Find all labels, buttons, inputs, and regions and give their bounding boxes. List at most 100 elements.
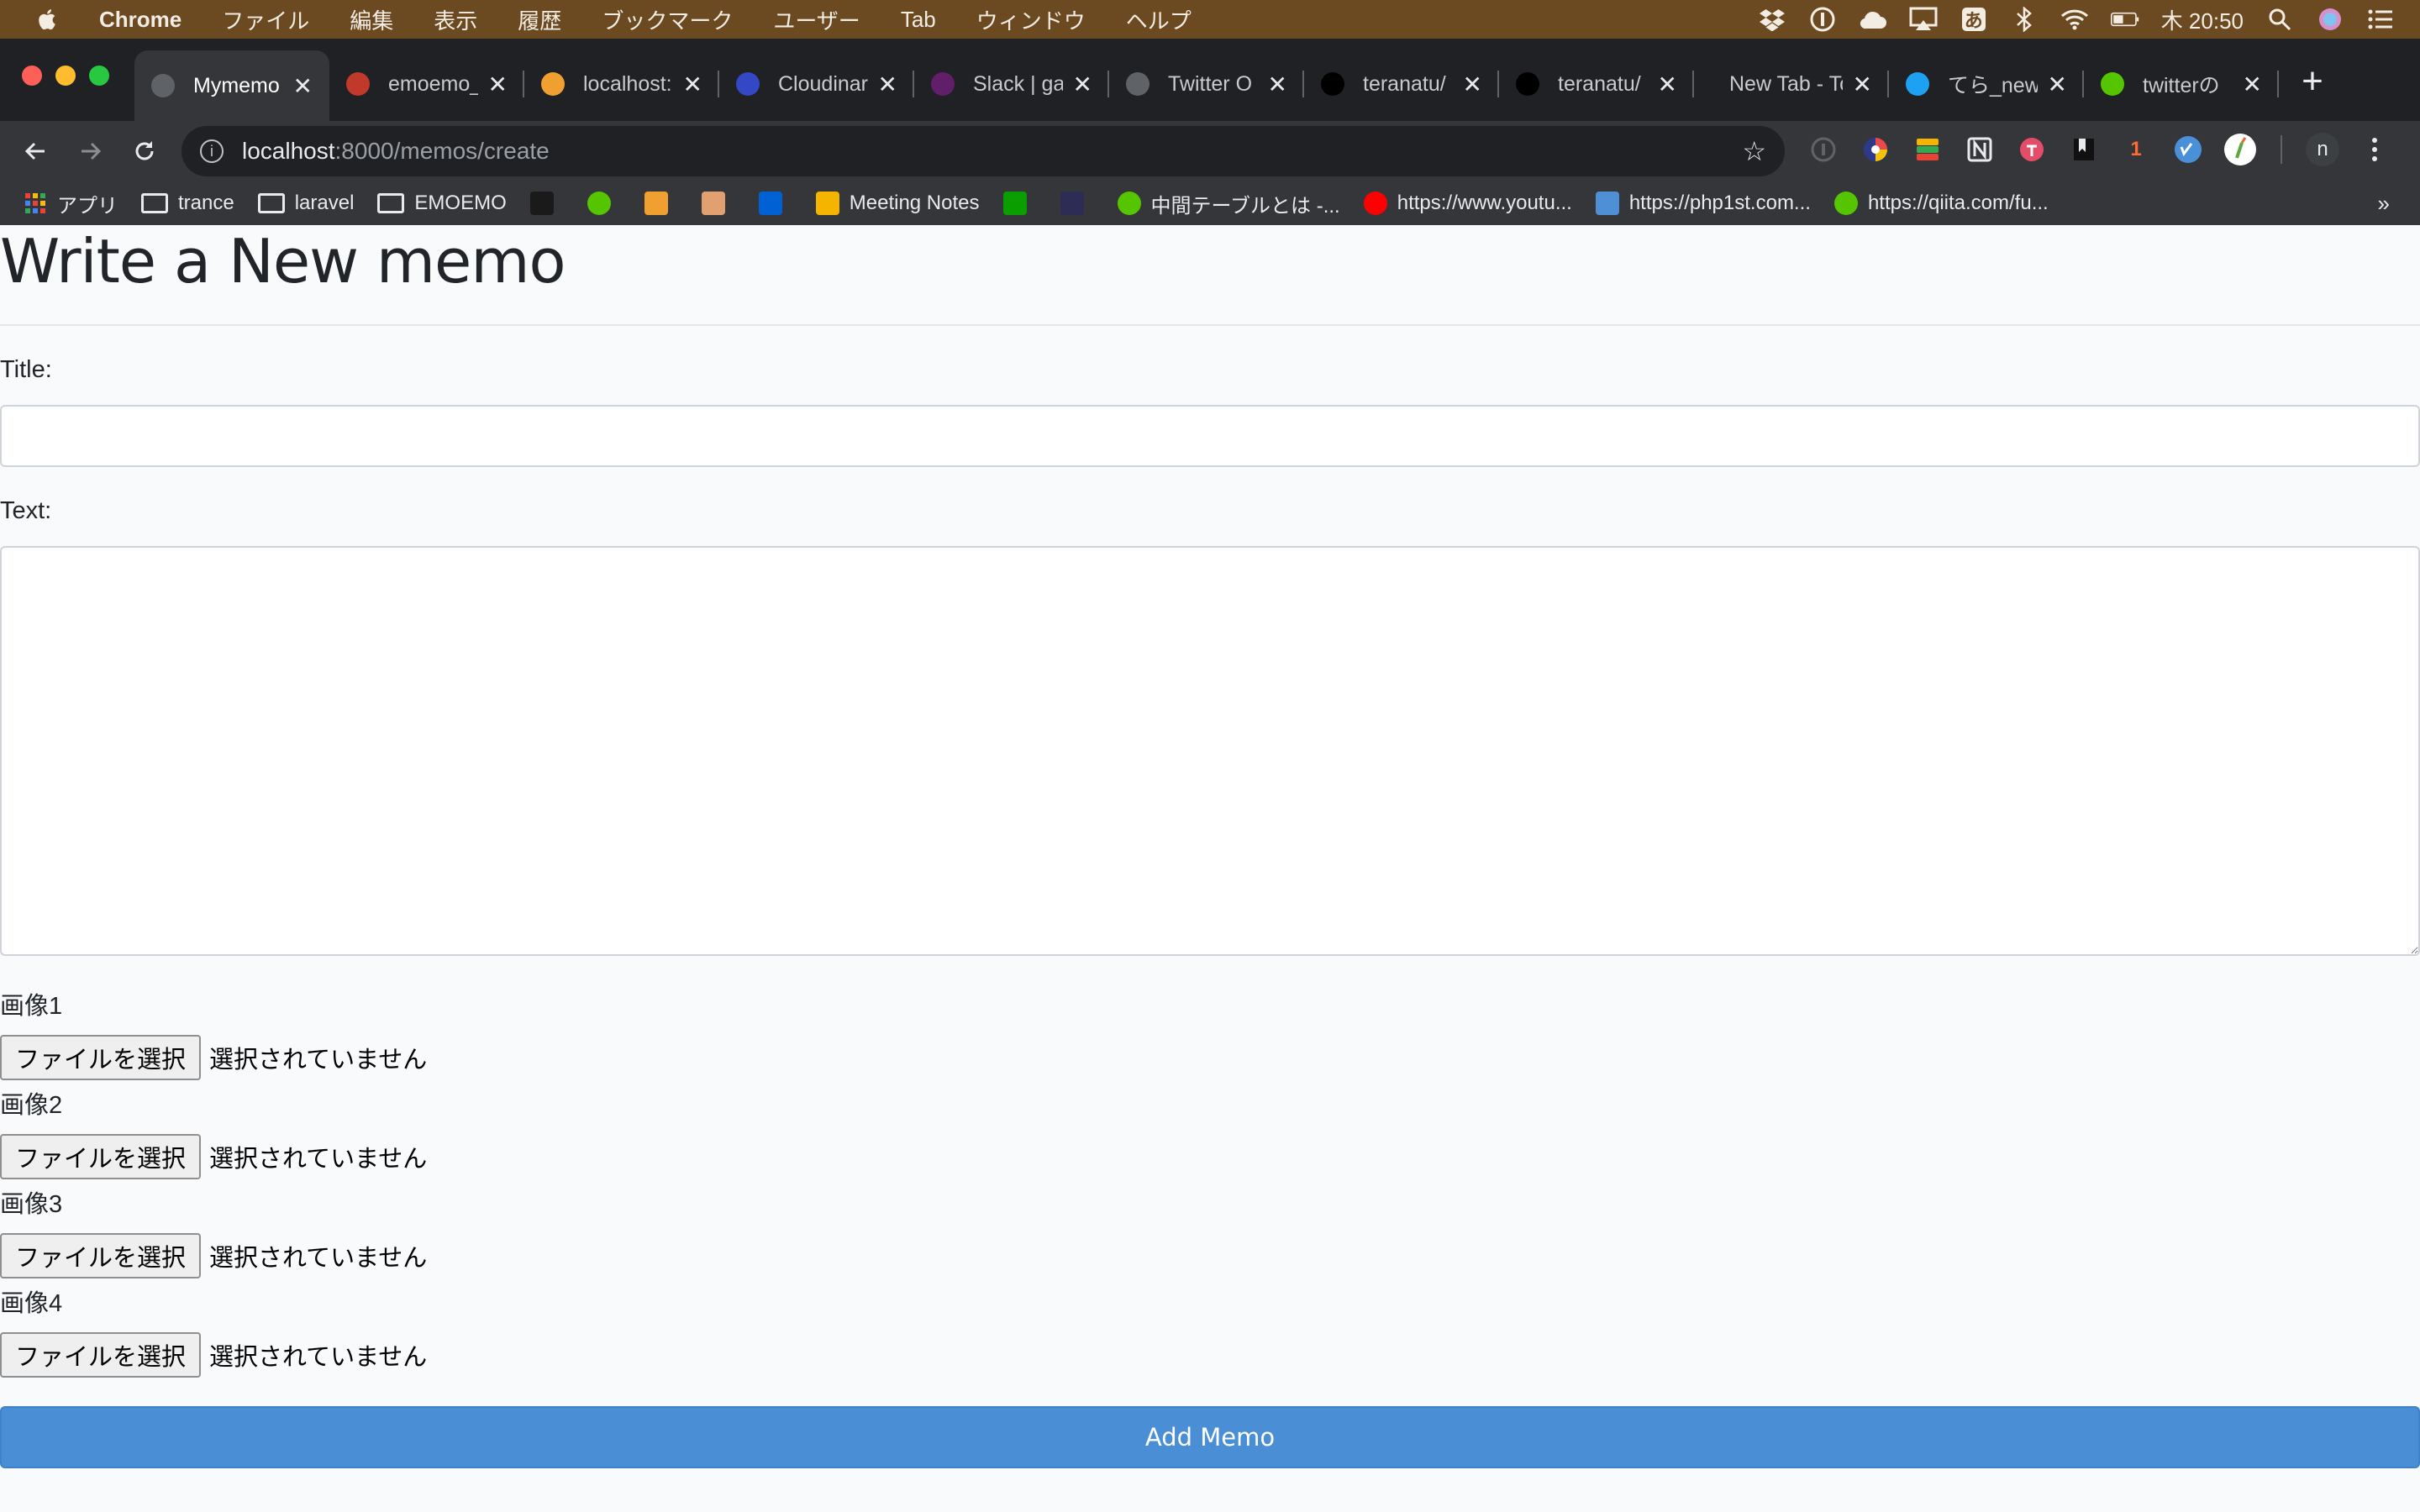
kebab-menu-icon[interactable]: [2358, 133, 2391, 166]
reload-button[interactable]: [126, 133, 163, 170]
menu-tab[interactable]: Tab: [901, 7, 936, 33]
browser-tab[interactable]: てら_new ✕: [1889, 54, 2084, 114]
tab-close-icon[interactable]: ✕: [1658, 71, 1677, 98]
browser-tab[interactable]: teranatu/ ✕: [1499, 54, 1694, 114]
forward-button[interactable]: [72, 133, 109, 170]
onepassword-extension-icon[interactable]: [1807, 133, 1840, 166]
close-window-button[interactable]: [22, 66, 42, 86]
bookmark-item[interactable]: https://qiita.com/fu...: [1833, 192, 2049, 215]
menu-file[interactable]: ファイル: [222, 4, 309, 35]
bookmark-item[interactable]: [1060, 192, 1094, 215]
menu-history[interactable]: 履歴: [518, 4, 561, 35]
browser-tab[interactable]: localhost: ✕: [524, 54, 719, 114]
wifi-icon[interactable]: [2060, 7, 2089, 32]
spotlight-search-icon[interactable]: [2265, 7, 2294, 32]
browser-tab[interactable]: Slack | ga ✕: [914, 54, 1109, 114]
cloudinary-icon: [736, 72, 760, 96]
cloud-icon[interactable]: [1859, 7, 1887, 32]
menu-window[interactable]: ウィンドウ: [976, 4, 1086, 35]
notification-center-icon[interactable]: [2366, 7, 2395, 32]
bookmarks-overflow-button[interactable]: »: [2378, 191, 2390, 217]
bookmark-apps[interactable]: アプリ: [24, 189, 118, 218]
browser-tab[interactable]: twitterの ✕: [2084, 54, 2279, 114]
bookmark-extension-icon[interactable]: [2067, 133, 2101, 166]
tab-close-icon[interactable]: ✕: [2048, 71, 2067, 98]
dropbox-icon[interactable]: [1758, 7, 1786, 32]
tab-close-icon[interactable]: ✕: [2243, 71, 2262, 98]
tab-close-icon[interactable]: ✕: [683, 71, 702, 98]
tab-close-icon[interactable]: ✕: [1073, 71, 1092, 98]
bookmark-label: https://www.youtu...: [1397, 192, 1572, 214]
bookmarks-bar: アプリ trance laravel EMOEMO Meeting Notes 中間テー…: [0, 181, 2420, 225]
title-input[interactable]: [0, 405, 2420, 467]
apple-icon[interactable]: [35, 7, 60, 32]
tab-close-icon[interactable]: ✕: [878, 71, 897, 98]
site-info-icon[interactable]: i: [200, 139, 224, 163]
onepassword-icon[interactable]: [1808, 7, 1837, 32]
arrow-left-icon: [24, 142, 45, 160]
menu-app-name[interactable]: Chrome: [99, 7, 182, 33]
menu-edit[interactable]: 編集: [350, 4, 393, 35]
bookmark-item[interactable]: [1002, 192, 1037, 215]
image2-choose-file-button[interactable]: ファイルを選択: [0, 1134, 202, 1179]
image1-choose-file-button[interactable]: ファイルを選択: [0, 1035, 202, 1080]
address-bar[interactable]: i localhost:8000/memos/create ☆: [182, 126, 1785, 176]
qiita-icon: [2101, 72, 2124, 96]
bookmark-item[interactable]: [587, 192, 621, 215]
bookmark-star-icon[interactable]: ☆: [1742, 135, 1766, 167]
bookmark-item[interactable]: [758, 192, 792, 215]
bookmark-item[interactable]: trance: [141, 192, 234, 215]
browser-tab[interactable]: teranatu/ ✕: [1304, 54, 1499, 114]
bookmark-item[interactable]: [701, 192, 735, 215]
new-tab-button[interactable]: +: [2294, 60, 2331, 102]
zoom-window-button[interactable]: [89, 66, 109, 86]
bookmark-item[interactable]: https://www.youtu...: [1363, 192, 1572, 215]
bookmark-item[interactable]: https://php1st.com...: [1595, 192, 1811, 215]
back-button[interactable]: [17, 133, 54, 170]
input-method-icon[interactable]: あ: [1960, 7, 1988, 32]
browser-tab[interactable]: emoemo_ ✕: [329, 54, 524, 114]
bookmark-item[interactable]: [644, 192, 678, 215]
menu-view[interactable]: 表示: [434, 4, 477, 35]
siri-icon[interactable]: [2316, 7, 2344, 32]
todoist-extension-icon[interactable]: [2015, 133, 2049, 166]
image2-label: 画像2: [0, 1092, 63, 1119]
browser-tab[interactable]: Cloudinar ✕: [719, 54, 914, 114]
image4-choose-file-button[interactable]: ファイルを選択: [0, 1332, 202, 1378]
airplay-icon[interactable]: [1909, 7, 1938, 32]
t-icon: [529, 192, 554, 215]
menu-users[interactable]: ユーザー: [773, 4, 860, 35]
tab-close-icon[interactable]: ✕: [1853, 71, 1872, 98]
menubar-clock[interactable]: 木 20:50: [2161, 4, 2244, 35]
bookmark-item[interactable]: [529, 192, 564, 215]
tab-close-icon[interactable]: ✕: [293, 72, 313, 100]
bluetooth-icon[interactable]: [2010, 7, 2039, 32]
add-memo-button[interactable]: Add Memo: [0, 1406, 2420, 1468]
battery-icon[interactable]: [2110, 7, 2139, 32]
one-extension-icon[interactable]: 1: [2119, 133, 2153, 166]
tab-title: emoemo_: [388, 71, 478, 96]
image3-choose-file-button[interactable]: ファイルを選択: [0, 1233, 202, 1278]
tab-close-icon[interactable]: ✕: [488, 71, 508, 98]
profile-avatar[interactable]: n: [2306, 133, 2339, 166]
minimize-window-button[interactable]: [55, 66, 76, 86]
browser-tab[interactable]: New Tab - Tob ✕: [1694, 54, 1889, 114]
bookmark-item[interactable]: EMOEMO: [377, 192, 507, 215]
notion-extension-icon[interactable]: [1963, 133, 1996, 166]
bookmark-item[interactable]: laravel: [257, 192, 354, 215]
stack-extension-icon[interactable]: [1911, 133, 1944, 166]
bookmark-item[interactable]: Meeting Notes: [815, 192, 980, 215]
browser-tab[interactable]: Twitter O ✕: [1109, 54, 1304, 114]
browser-tab[interactable]: Mymemo ✕: [134, 50, 329, 121]
vegetable-extension-icon[interactable]: [2223, 133, 2257, 166]
tab-title: Cloudinar: [778, 71, 868, 96]
tab-close-icon[interactable]: ✕: [1268, 71, 1287, 98]
vimeo-extension-icon[interactable]: [2171, 133, 2205, 166]
menu-bookmarks[interactable]: ブックマーク: [602, 4, 733, 35]
menu-help[interactable]: ヘルプ: [1126, 4, 1192, 35]
tab-close-icon[interactable]: ✕: [1463, 71, 1482, 98]
bookmark-item[interactable]: 中間テーブルとは -...: [1117, 189, 1340, 218]
extensions-area: 1 n: [1807, 133, 2391, 166]
colorful-extension-icon[interactable]: [1859, 133, 1892, 166]
text-textarea[interactable]: [0, 546, 2420, 956]
